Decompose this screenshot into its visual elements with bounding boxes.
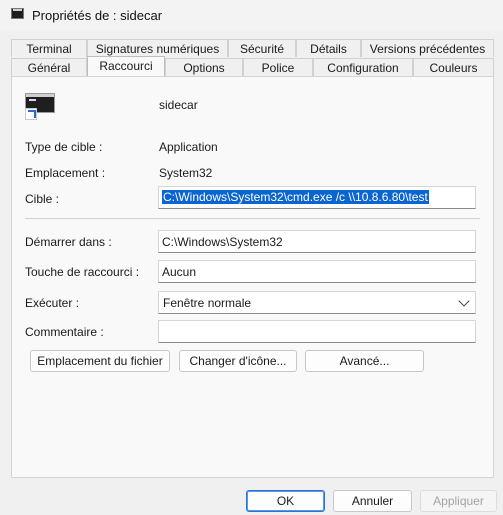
hotkey-field[interactable]	[158, 260, 476, 283]
divider	[25, 218, 480, 219]
window-title: Propriétés de : sidecar	[32, 8, 163, 23]
target-field[interactable]: C:\Windows\System32\cmd.exe /c \\10.8.6.…	[158, 186, 476, 209]
tab-securite[interactable]: Sécurité	[228, 39, 296, 57]
location-value: System32	[159, 166, 213, 180]
console-app-icon	[11, 8, 24, 19]
shortcut-name: sidecar	[159, 98, 198, 112]
title-bar: Propriétés de : sidecar	[0, 0, 503, 30]
comment-input[interactable]	[159, 321, 475, 342]
start-in-input[interactable]	[159, 231, 475, 252]
target-label: Cible :	[25, 192, 60, 206]
advanced-button[interactable]: Avancé...	[305, 350, 424, 372]
tab-terminal[interactable]: Terminal	[11, 39, 87, 57]
start-in-field[interactable]	[158, 230, 476, 253]
shortcut-arrow-icon	[25, 108, 37, 120]
chevron-down-icon	[458, 295, 470, 307]
run-label: Exécuter :	[25, 296, 80, 310]
tab-raccourci[interactable]: Raccourci	[87, 56, 165, 76]
target-type-label: Type de cible :	[25, 140, 103, 154]
target-type-value: Application	[159, 140, 218, 154]
apply-button[interactable]: Appliquer	[420, 490, 497, 512]
location-label: Emplacement :	[25, 166, 106, 180]
target-value: C:\Windows\System32\cmd.exe /c \\10.8.6.…	[162, 190, 429, 204]
change-icon-button[interactable]: Changer d'icône...	[179, 350, 297, 372]
comment-label: Commentaire :	[25, 325, 104, 339]
tab-couleurs[interactable]: Couleurs	[413, 58, 494, 76]
tab-configuration[interactable]: Configuration	[313, 58, 413, 76]
open-file-location-button[interactable]: Emplacement du fichier	[30, 350, 170, 372]
tab-details[interactable]: Détails	[296, 39, 361, 57]
hotkey-label: Touche de raccourci :	[25, 265, 140, 279]
tab-general[interactable]: Général	[11, 58, 87, 76]
start-in-label: Démarrer dans :	[25, 235, 112, 249]
run-dropdown[interactable]: Fenêtre normale	[158, 291, 476, 314]
comment-field[interactable]	[158, 320, 476, 343]
run-dropdown-value: Fenêtre normale	[163, 296, 252, 310]
ok-button[interactable]: OK	[246, 490, 325, 512]
tab-signatures-numeriques[interactable]: Signatures numériques	[87, 39, 228, 57]
tab-versions-precedentes[interactable]: Versions précédentes	[361, 39, 494, 57]
hotkey-input[interactable]	[159, 261, 475, 282]
tab-options[interactable]: Options	[165, 58, 243, 76]
cancel-button[interactable]: Annuler	[333, 490, 412, 512]
tab-police[interactable]: Police	[243, 58, 313, 76]
